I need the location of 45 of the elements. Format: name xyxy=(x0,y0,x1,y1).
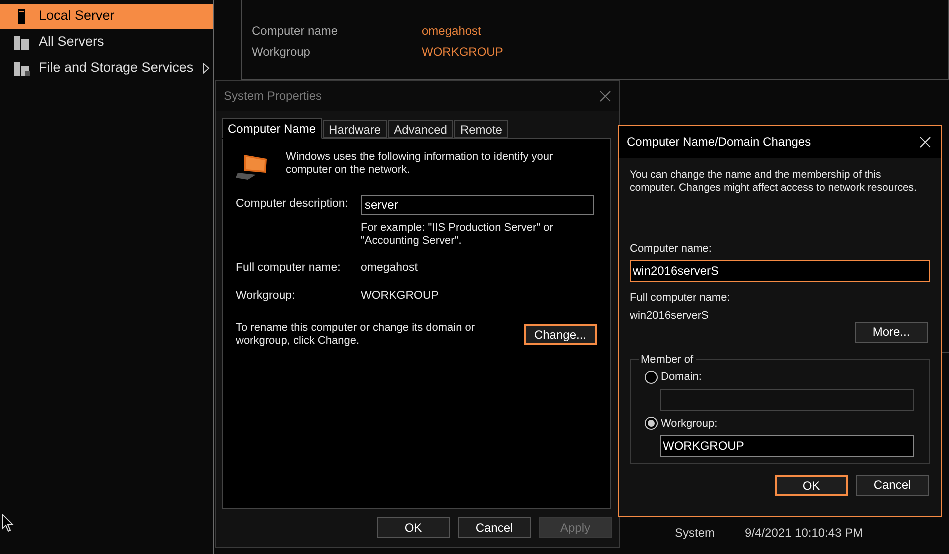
dialog-button[interactable]: Cancel xyxy=(458,517,531,538)
radio-label: Domain: xyxy=(661,370,702,385)
property-label: Computer name xyxy=(252,23,340,40)
dialog-button[interactable]: Cancel xyxy=(856,474,929,496)
sidebar-item[interactable]: All Servers xyxy=(0,30,213,55)
workgroup-field[interactable]: WORKGROUP xyxy=(660,435,914,457)
event-source: System xyxy=(675,525,716,542)
radio-button[interactable] xyxy=(645,417,658,430)
field-label: Computer description: xyxy=(236,197,350,212)
change-button[interactable]: Change... xyxy=(524,324,597,345)
tab[interactable]: Hardware xyxy=(323,120,388,138)
property-label: Workgroup xyxy=(252,44,312,61)
mouse-pointer-icon xyxy=(2,514,14,533)
field-label: Full computer name: xyxy=(630,290,732,306)
field-label: Full computer name: xyxy=(236,261,342,276)
full-name-value: win2016serverS xyxy=(630,309,710,324)
dialog-title: Computer Name/Domain Changes xyxy=(627,134,812,151)
event-date: 9/4/2021 10:10:43 PM xyxy=(745,525,864,542)
radio-button[interactable] xyxy=(645,370,658,384)
sidebar-item[interactable]: File and Storage Services xyxy=(0,56,213,81)
example-text: For example: "IIS Production Server" or "Accounting Server". xyxy=(361,222,554,248)
computer-name-field[interactable]: win2016serverS xyxy=(630,260,930,282)
tab[interactable]: Remote xyxy=(454,120,508,138)
tab[interactable]: Advanced xyxy=(388,120,454,138)
field-label: Workgroup: xyxy=(236,289,296,304)
tab[interactable]: Computer Name xyxy=(222,118,322,139)
info-text: Windows uses the following information to identify your computer on the network. xyxy=(286,151,554,177)
servers-icon xyxy=(14,34,30,50)
property-value: WORKGROUP xyxy=(422,44,504,61)
description-field[interactable]: server xyxy=(361,195,594,215)
property-value: omegahost xyxy=(422,23,482,40)
rename-text: To rename this computer or change its domain or workgroup, click Change. xyxy=(236,322,476,348)
sidebar-item[interactable]: Local Server xyxy=(0,4,213,29)
workgroup-value: WORKGROUP xyxy=(361,289,440,304)
radio-label: Workgroup: xyxy=(661,416,718,432)
group-label: Member of xyxy=(640,352,695,368)
servers-icon xyxy=(14,60,30,76)
dialog-button[interactable]: OK xyxy=(377,517,450,538)
field-label: Computer name: xyxy=(630,242,713,257)
dialog-button[interactable]: OK xyxy=(775,474,848,496)
full-name-value: omegahost xyxy=(361,261,419,276)
more-button[interactable]: More... xyxy=(855,322,928,342)
dialog-title: System Properties xyxy=(224,88,322,105)
computer-icon xyxy=(236,153,270,181)
info-text: You can change the name and the membership of this computer. Changes might affect access to network resources. xyxy=(630,169,918,195)
